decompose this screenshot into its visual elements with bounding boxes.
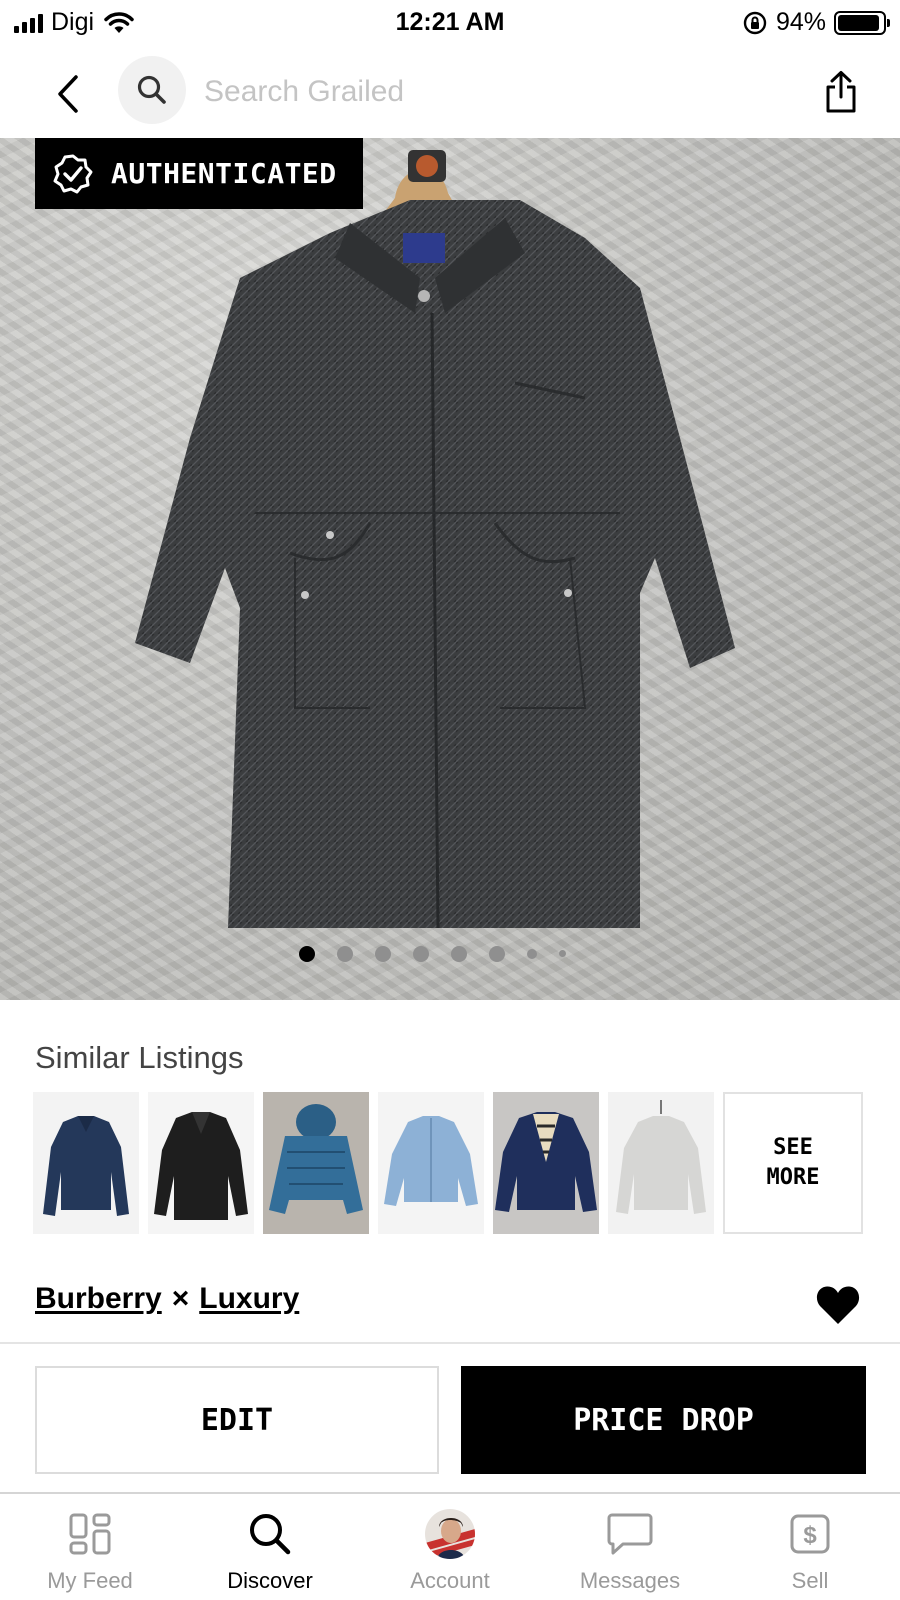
designer-link[interactable]: Burberry [35,1282,162,1316]
status-right: 94% [742,8,890,37]
favorite-heart-icon[interactable] [815,1284,861,1326]
denim-jacket-image [33,1092,139,1234]
back-button[interactable] [48,66,88,122]
tab-sell[interactable]: $ Sell [730,1494,890,1600]
product-image-carousel[interactable]: AUTHENTICATED [0,138,900,1000]
carousel-dot[interactable] [526,949,537,959]
tab-label: My Feed [47,1568,133,1593]
navy-check-lined-jacket-image [493,1092,599,1234]
similar-listing-thumbnail[interactable] [263,1092,369,1234]
dollar-tag-icon: $ [790,1514,830,1554]
share-icon [826,71,856,113]
avatar [425,1509,475,1559]
similar-listing-thumbnail[interactable] [608,1092,714,1234]
similar-listing-thumbnail[interactable] [493,1092,599,1234]
back-chevron-icon [58,75,78,113]
carousel-dot[interactable] [298,946,315,962]
designer-link[interactable]: Luxury [199,1282,299,1316]
white-denim-jacket-image [608,1092,714,1234]
puffer-jacket-image [263,1092,369,1234]
authenticated-badge: AUTHENTICATED [35,138,363,209]
collab-separator: × [171,1282,190,1315]
product-photo-coat [135,150,735,929]
tab-label: Messages [579,1568,681,1593]
carousel-dot[interactable] [450,946,467,962]
similar-listings-row: SEE MORE [33,1092,863,1234]
grid-icon [69,1513,111,1555]
search-icon [250,1514,291,1555]
tab-messages[interactable]: Messages [550,1494,710,1600]
similar-listings-title: Similar Listings [35,1040,244,1075]
light-blue-jacket-image [378,1092,484,1234]
listing-action-bar: EDIT PRICE DROP [0,1342,900,1492]
carousel-dot[interactable] [558,950,566,957]
tab-my-feed[interactable]: My Feed [10,1494,170,1600]
search-button[interactable] [118,56,186,124]
top-nav-bar [0,52,900,138]
svg-text:$: $ [803,1522,817,1549]
authenticated-label: AUTHENTICATED [111,157,337,190]
carousel-dot[interactable] [374,946,391,962]
status-bar: Digi 12:21 AM 94% [0,0,900,48]
similar-listing-thumbnail[interactable] [33,1092,139,1234]
verified-check-icon [53,154,93,193]
carousel-page-indicator[interactable] [0,946,900,962]
tab-account[interactable]: Account [370,1494,530,1600]
chat-bubble-icon [607,1513,653,1555]
bottom-tab-bar: My Feed Discover Account Messages $ Sell [0,1492,900,1600]
similar-listing-thumbnail[interactable] [148,1092,254,1234]
carousel-dot[interactable] [412,946,429,962]
carousel-dot[interactable] [336,946,353,962]
edit-button[interactable]: EDIT [35,1366,439,1474]
designer-row: Burberry × Luxury [35,1282,299,1316]
share-button[interactable] [818,66,864,118]
similar-listing-thumbnail[interactable] [378,1092,484,1234]
battery-percentage: 94% [775,8,826,36]
price-drop-button[interactable]: PRICE DROP [461,1366,866,1474]
search-input[interactable] [204,72,764,112]
search-icon [137,75,166,104]
carousel-dot[interactable] [488,946,505,962]
orientation-lock-icon [743,11,767,34]
battery-icon [834,10,890,35]
see-more-button[interactable]: SEE MORE [723,1092,863,1234]
tab-label: Account [410,1568,490,1593]
tab-label: Sell [791,1568,829,1593]
tab-discover[interactable]: Discover [190,1494,350,1600]
tab-label: Discover [227,1568,313,1593]
black-jacket-image [148,1092,254,1234]
